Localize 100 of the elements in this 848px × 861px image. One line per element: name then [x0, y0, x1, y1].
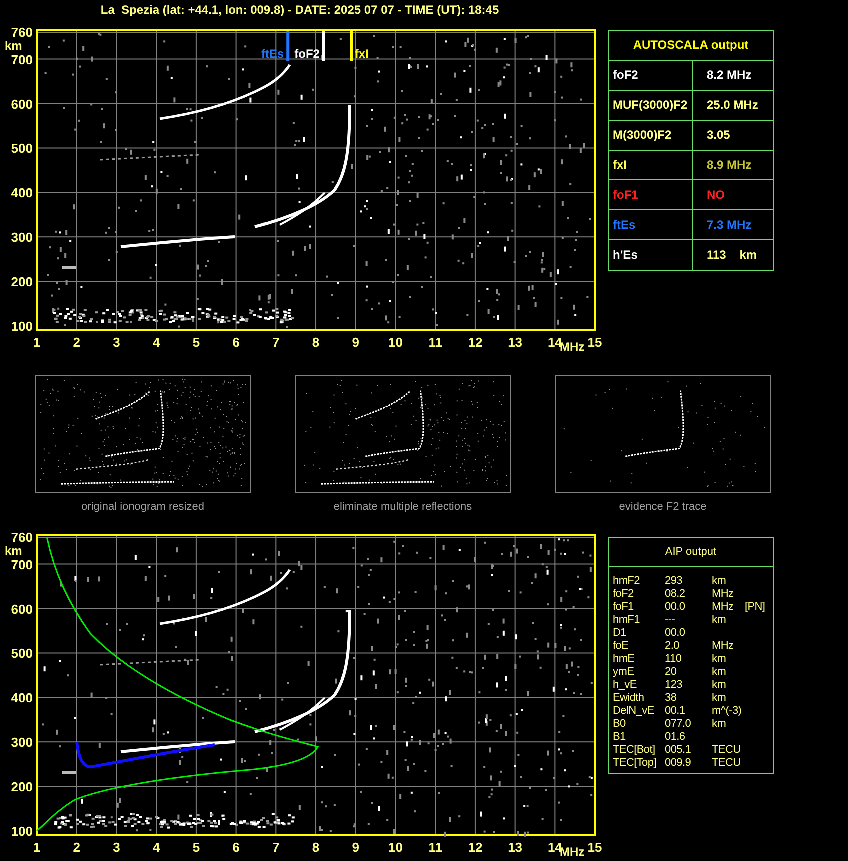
- axis-tick-label: 13: [508, 840, 523, 855]
- parameter-value: 25.0 MHz: [707, 97, 758, 114]
- parameter-value: 293: [665, 575, 684, 588]
- parameter-value: 110: [665, 653, 683, 666]
- thumbnail-caption: original ionogram resized: [82, 500, 204, 515]
- axis-tick-label: 13: [508, 335, 523, 350]
- table-title: AIP output: [665, 544, 717, 560]
- axis-unit-label: MHz: [560, 340, 585, 354]
- axis-tick-label: 3: [113, 335, 120, 350]
- axis-tick-label: 11: [428, 840, 442, 855]
- parameter-unit: MHz: [712, 601, 735, 614]
- parameter-value: 08.2: [665, 588, 686, 601]
- marker-label: ftEs: [261, 47, 284, 61]
- parameter-label: MUF(3000)F2: [613, 97, 688, 114]
- parameter-unit: TECU: [712, 744, 742, 757]
- axis-tick-label: 500: [11, 141, 33, 156]
- parameter-label: B0: [613, 718, 627, 731]
- axis-tick-label: 7: [272, 840, 280, 855]
- parameter-value: 009.9: [665, 757, 692, 770]
- parameter-value: 38: [665, 692, 678, 705]
- parameter-label: D1: [613, 627, 628, 640]
- axis-tick-label: 200: [11, 274, 33, 290]
- parameter-value: NO: [707, 186, 725, 204]
- axis-tick-label: 8: [312, 840, 320, 855]
- axis-tick-label: 2: [73, 335, 80, 350]
- parameter-label: M(3000)F2: [613, 127, 672, 144]
- parameter-label: Ewidth: [613, 692, 646, 705]
- axis-tick-label: 10: [388, 335, 403, 350]
- parameter-value: 077.0: [665, 718, 692, 731]
- axis-unit-label: km: [5, 544, 22, 558]
- parameter-value: 123: [665, 679, 684, 692]
- axis-tick-label: 4: [152, 840, 160, 855]
- parameter-label: fxI: [613, 156, 628, 174]
- parameter-label: foF1: [613, 186, 638, 204]
- parameter-label: foF1: [613, 601, 635, 614]
- ionogram-title: La_Spezia (lat: +44.1, lon: 009.8) - DATE: 2025 07 07 - TIME (UT): 18:45: [100, 2, 500, 19]
- axis-tick-label: 700: [11, 52, 33, 68]
- axis-tick-label: 1: [33, 840, 41, 855]
- axis-tick-label: 300: [11, 735, 33, 750]
- parameter-value: 113 km: [707, 247, 758, 264]
- parameter-label: TEC[Bot]: [613, 744, 656, 757]
- parameter-value: 3.05: [707, 127, 730, 144]
- axis-tick-label: 8: [312, 335, 320, 350]
- axis-tick-label: 4: [152, 335, 160, 350]
- axis-tick-label: 2: [73, 840, 80, 855]
- axis-tick-label: 5: [192, 335, 200, 350]
- axis-tick-label: 7: [272, 335, 280, 350]
- parameter-label: foE: [613, 640, 630, 653]
- parameter-unit: km: [712, 718, 728, 731]
- axis-unit-label: km: [5, 39, 22, 53]
- parameter-unit: km: [712, 653, 728, 666]
- axis-unit-label: MHz: [560, 845, 585, 859]
- parameter-label: TEC[Top]: [613, 757, 658, 770]
- axis-tick-label: 9: [352, 335, 360, 350]
- axis-tick-label: 500: [11, 646, 33, 662]
- table-title: AUTOSCALA output: [633, 37, 749, 54]
- parameter-unit: MHz: [712, 640, 735, 653]
- parameter-value: 20: [665, 666, 678, 679]
- parameter-value: 8.9 MHz: [707, 156, 752, 174]
- thumbnail-caption: evidence F2 trace: [619, 500, 707, 515]
- parameter-label: h'Es: [613, 247, 638, 264]
- parameter-unit: km: [712, 666, 728, 679]
- axis-tick-label: 760: [11, 530, 33, 545]
- thumbnail-caption: eliminate multiple reflections: [334, 500, 472, 515]
- parameter-label: B1: [613, 731, 627, 744]
- parameter-label: foF2: [613, 588, 635, 601]
- parameter-value: 00.1: [665, 705, 686, 718]
- axis-tick-label: 9: [352, 840, 360, 855]
- parameter-label: foF2: [613, 67, 638, 84]
- parameter-label: hmF2: [613, 575, 641, 588]
- parameter-value: 00.0: [665, 601, 686, 614]
- axis-tick-label: 400: [11, 690, 33, 706]
- axis-tick-label: 700: [11, 557, 33, 572]
- parameter-label: h_vE: [613, 679, 638, 692]
- parameter-unit: TECU: [712, 757, 742, 770]
- axis-tick-label: 11: [428, 335, 442, 350]
- parameter-value: ---: [665, 614, 676, 627]
- axis-tick-label: 200: [11, 780, 33, 795]
- parameter-value: 2.0: [665, 640, 680, 653]
- parameter-unit: km: [712, 692, 728, 705]
- parameter-value: 7.3 MHz: [707, 216, 752, 234]
- axis-tick-label: 15: [588, 840, 602, 855]
- parameter-unit: km: [712, 614, 728, 627]
- axis-tick-label: 1: [33, 335, 41, 350]
- parameter-label: ftEs: [613, 216, 636, 234]
- axis-tick-label: 6: [232, 335, 240, 350]
- axis-tick-label: 15: [588, 335, 602, 350]
- parameter-unit: MHz: [712, 588, 735, 601]
- parameter-unit: km: [712, 679, 728, 692]
- axis-tick-label: 3: [113, 840, 120, 855]
- axis-tick-label: 300: [11, 230, 33, 246]
- axis-tick-label: 12: [468, 335, 483, 350]
- axis-tick-label: 100: [11, 319, 33, 334]
- axis-tick-label: 600: [11, 96, 33, 112]
- axis-tick-label: 12: [468, 840, 483, 855]
- parameter-label: DelN_vE: [613, 705, 656, 718]
- parameter-label: hmF1: [613, 614, 641, 627]
- axis-tick-label: 5: [192, 840, 200, 855]
- axis-tick-label: 760: [11, 25, 33, 40]
- marker-label: foF2: [294, 47, 320, 61]
